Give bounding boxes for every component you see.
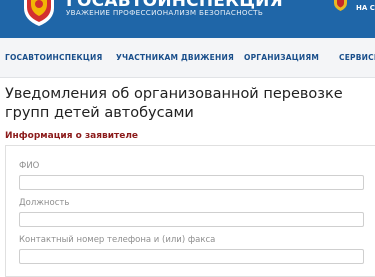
nav-item-organizations[interactable]: ОРГАНИЗАЦИЯМ xyxy=(244,53,319,62)
site-tagline: УВАЖЕНИЕ ПРОФЕССИОНАЛИЗМ БЕЗОПАСНОСТЬ xyxy=(66,8,264,17)
site-header: ГОСАВТОИНСПЕКЦИЯ УВАЖЕНИЕ ПРОФЕССИОНАЛИЗ… xyxy=(0,0,375,38)
contact-phone-input[interactable] xyxy=(19,249,364,264)
section-heading-applicant: Информация о заявителе xyxy=(5,131,139,141)
main-navigation: ГОСАВТОИНСПЕКЦИЯ УЧАСТНИКАМ ДВИЖЕНИЯ ОРГ… xyxy=(0,38,375,78)
nav-item-gosavtoinspektsiya[interactable]: ГОСАВТОИНСПЕКЦИЯ xyxy=(5,53,102,62)
coat-of-arms-icon xyxy=(334,0,347,11)
contact-phone-label: Контактный номер телефона и (или) факса xyxy=(19,235,216,245)
page-title: Уведомления об организованной перевозке … xyxy=(5,86,343,121)
full-name-label: ФИО xyxy=(19,161,40,171)
nav-item-road-users[interactable]: УЧАСТНИКАМ ДВИЖЕНИЯ xyxy=(116,53,234,62)
nav-item-services[interactable]: СЕРВИСЫ xyxy=(339,53,375,62)
position-label: Должность xyxy=(19,198,70,208)
full-name-input[interactable] xyxy=(19,175,364,190)
applicant-form: ФИО Должность Контактный номер телефона … xyxy=(5,145,375,277)
gibdd-emblem-icon[interactable] xyxy=(22,0,56,26)
position-input[interactable] xyxy=(19,212,364,227)
header-right-label[interactable]: НА С xyxy=(356,4,375,12)
